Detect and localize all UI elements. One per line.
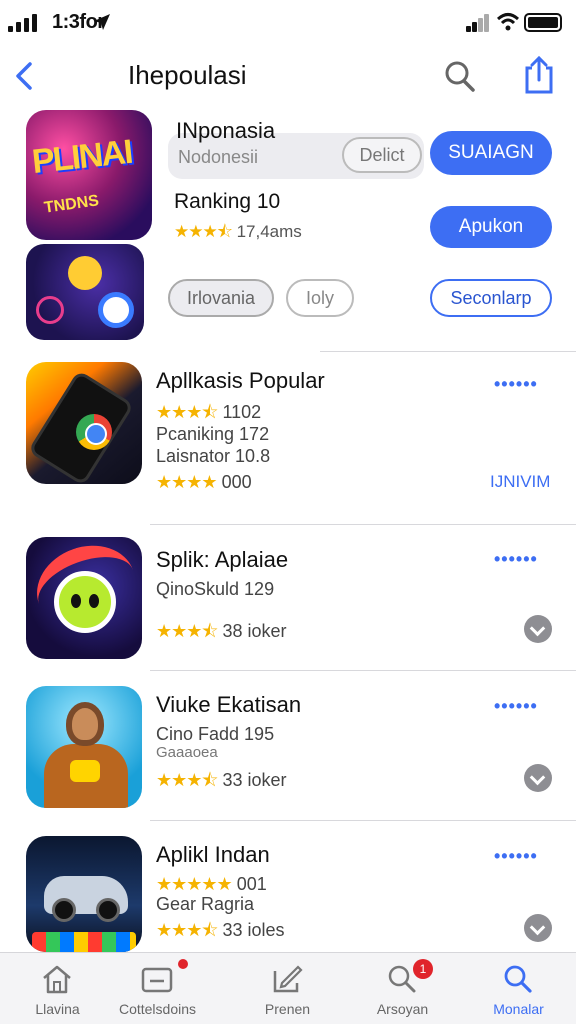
status-bar: 1:3for	[0, 0, 576, 44]
inbox-icon	[141, 967, 173, 993]
list-item[interactable]: Aplikl Indan ★★★★★ 001 Gear Ragria ★★★⯪ …	[0, 836, 576, 952]
app-rating: ★★★⯪ 38 ioker	[156, 619, 287, 649]
divider	[320, 351, 576, 352]
tab-collections[interactable]: Cottelsdoins	[100, 953, 215, 1024]
rating-stars: ★★★⯪	[156, 770, 218, 790]
app-rating-secondary: ★★★⯪ 33 ioles	[156, 918, 285, 948]
featured-banner-image: PLINAI TNDNS	[26, 110, 152, 240]
apply-button[interactable]: Apukon	[430, 206, 552, 248]
signal-strength-icon	[8, 14, 46, 32]
search-button[interactable]: SUAIAGN	[430, 131, 552, 175]
rating-stars: ★★★⯪	[174, 222, 233, 241]
list-item[interactable]: Viuke Ekatisan Cino Fadd 195 Gaaaoea ★★★…	[0, 686, 576, 810]
divider	[150, 670, 576, 671]
app-rating-secondary: ★★★★ 000	[156, 472, 252, 493]
nav-bar: Ihepoulasi	[0, 50, 576, 104]
list-item[interactable]: Splik: Aplaiae QinoSkuld 129 ★★★⯪ 38 iok…	[0, 537, 576, 661]
rating-value: 1102	[222, 402, 262, 422]
app-detail: QinoSkuld 129	[156, 579, 275, 599]
delete-button[interactable]: Delict	[342, 137, 422, 173]
app-name: Splik: Aplaiae	[156, 547, 289, 572]
download-icon[interactable]	[524, 615, 552, 643]
more-options-icon[interactable]: ••••••	[494, 696, 538, 717]
tab-edit[interactable]: Prenen	[230, 953, 345, 1024]
location-arrow-icon	[94, 14, 110, 30]
tab-label: Arsoyan	[376, 1001, 429, 1017]
rating-stars: ★★★★★	[156, 874, 233, 894]
app-name: Viuke Ekatisan	[156, 692, 302, 717]
rating-count: 17,4ams	[236, 222, 302, 241]
filter-chip-1[interactable]: Irlovania	[168, 279, 274, 317]
rating-value: 33 ioles	[222, 920, 285, 940]
search-icon	[504, 965, 532, 993]
rating-stars: ★★★⯪	[156, 402, 218, 422]
list-item[interactable]: Apllkasis Popular ★★★⯪ 1102 Pcaniking 17…	[0, 362, 576, 522]
featured-ranking: Ranking 10	[174, 190, 281, 213]
notification-dot	[178, 959, 188, 969]
app-subtitle: Gaaaoea	[156, 744, 218, 761]
page-title: Ihepoulasi	[128, 60, 247, 90]
rating-value: 000	[221, 472, 252, 492]
app-icon	[26, 362, 142, 484]
filter-chip-2[interactable]: Ioly	[286, 279, 354, 317]
more-options-icon[interactable]: ••••••	[494, 846, 538, 867]
app-icon	[26, 836, 142, 952]
app-rating: ★★★★★ 001	[156, 874, 267, 895]
app-icon	[26, 537, 142, 659]
tab-label: Prenen	[264, 1001, 311, 1017]
download-icon[interactable]	[524, 914, 552, 942]
app-detail: Cino Fadd 195	[156, 724, 275, 744]
featured-game-image	[26, 244, 144, 340]
featured-app-name: INponasia	[176, 118, 276, 143]
app-ranking: Pcaniking 172	[156, 424, 270, 444]
notification-badge: 1	[413, 959, 433, 979]
app-icon	[26, 686, 142, 808]
rating-value: 33 ioker	[222, 770, 287, 790]
app-rating: ★★★⯪ 33 ioker	[156, 768, 287, 798]
home-icon	[43, 965, 71, 994]
app-name: Apllkasis Popular	[156, 368, 325, 393]
more-options-icon[interactable]: ••••••	[494, 549, 538, 570]
rating-stars: ★★★⯪	[156, 621, 218, 641]
app-detail: Laisnator 10.8	[156, 446, 271, 466]
tab-label: Cottelsdoins	[118, 1001, 197, 1017]
wifi-icon	[496, 13, 520, 31]
search-field-placeholder: Nodonesii	[178, 147, 259, 167]
filter-chip-3[interactable]: Seconlarp	[430, 279, 552, 317]
rating-value: 001	[236, 874, 267, 894]
rating-value: 38 ioker	[222, 621, 287, 641]
battery-icon	[524, 13, 562, 32]
tab-search[interactable]: Monalar	[461, 953, 576, 1024]
app-badge[interactable]: IJNIVIM	[490, 472, 550, 492]
rating-stars: ★★★⯪	[156, 920, 218, 940]
tab-label: Llavina	[35, 1001, 80, 1017]
cellular-icon	[466, 14, 490, 32]
app-name: Aplikl Indan	[156, 842, 270, 867]
more-options-icon[interactable]: ••••••	[494, 374, 538, 395]
tab-label: Monalar	[493, 1001, 544, 1017]
rating-stars: ★★★★	[156, 472, 218, 492]
download-icon[interactable]	[524, 764, 552, 792]
divider	[150, 524, 576, 525]
featured-rating: ★★★⯪ 17,4ams	[174, 219, 302, 248]
tab-bar: Llavina Cottelsdoins Prenen 1 Arsoyan Mo…	[0, 952, 576, 1024]
featured-app-artwork[interactable]: PLINAI TNDNS	[26, 110, 154, 340]
share-icon[interactable]	[522, 54, 556, 96]
app-detail: Gear Ragria	[156, 894, 255, 914]
edit-icon	[273, 965, 303, 993]
search-icon[interactable]	[443, 58, 477, 94]
divider	[150, 820, 576, 821]
back-chevron-icon[interactable]	[10, 56, 40, 96]
tab-home[interactable]: Llavina	[0, 953, 115, 1024]
tab-search-alt[interactable]: 1 Arsoyan	[345, 953, 460, 1024]
